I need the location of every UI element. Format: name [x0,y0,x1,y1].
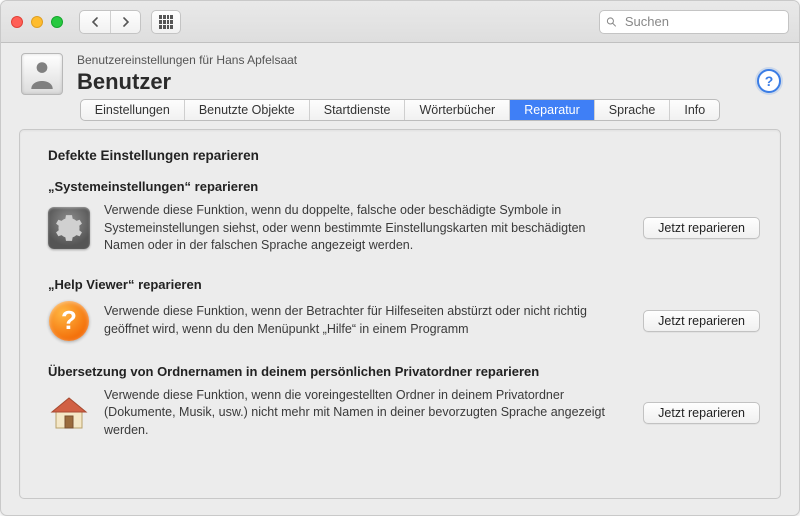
nav-back-forward [79,10,141,34]
section-heading: Defekte Einstellungen reparieren [48,148,760,163]
repair-item-title: „Help Viewer“ reparieren [48,277,760,292]
repair-items-list: „Systemeinstellungen“ reparieren Verwende… [48,179,760,439]
repair-item-icon [48,207,90,249]
tab-sprache[interactable]: Sprache [595,100,671,120]
zoom-window-button[interactable] [51,16,63,28]
tab-reparatur[interactable]: Reparatur [510,100,595,120]
tabs-container: EinstellungenBenutzte ObjekteStartdienst… [1,95,799,121]
repair-now-button[interactable]: Jetzt reparieren [643,217,760,239]
search-input[interactable] [623,13,782,30]
repair-item: „Help Viewer“ reparieren? Verwende diese … [48,277,760,342]
pane-subtitle: Benutzereinstellungen für Hans Apfelsaat [77,53,297,67]
tab-einstellungen[interactable]: Einstellungen [81,100,185,120]
tab-wörterbücher[interactable]: Wörterbücher [405,100,510,120]
repair-now-button[interactable]: Jetzt reparieren [643,402,760,424]
repair-item-description: Verwende diese Funktion, wenn du doppelt… [104,202,629,255]
pane-title: Benutzer [77,69,297,95]
content-pane: Defekte Einstellungen reparieren „System… [19,129,781,499]
minimize-window-button[interactable] [31,16,43,28]
repair-item-row: Verwende diese Funktion, wenn die vorein… [48,387,760,440]
repair-item-row: Verwende diese Funktion, wenn du doppelt… [48,202,760,255]
search-icon [606,16,617,28]
pane-titles: Benutzereinstellungen für Hans Apfelsaat… [77,53,297,95]
person-icon [29,59,55,89]
window-controls [11,16,63,28]
help-button[interactable]: ? [757,69,781,93]
back-button[interactable] [80,11,110,33]
repair-now-button[interactable]: Jetzt reparieren [643,310,760,332]
repair-item: „Systemeinstellungen“ reparieren Verwende… [48,179,760,255]
repair-item-description: Verwende diese Funktion, wenn die vorein… [104,387,629,440]
repair-item-icon: ? [48,300,90,342]
repair-item-description: Verwende diese Funktion, wenn der Betrac… [104,303,629,338]
tab-startdienste[interactable]: Startdienste [310,100,406,120]
repair-item-row: ? Verwende diese Funktion, wenn der Betra… [48,300,760,342]
toolbar [1,1,799,43]
tab-bar: EinstellungenBenutzte ObjekteStartdienst… [80,99,720,121]
home-icon [48,392,90,434]
repair-item: Übersetzung von Ordnernamen in deinem pe… [48,364,760,440]
gear-icon [48,207,90,249]
repair-item-title: „Systemeinstellungen“ reparieren [48,179,760,194]
close-window-button[interactable] [11,16,23,28]
forward-button[interactable] [110,11,140,33]
search-field[interactable] [599,10,789,34]
tab-info[interactable]: Info [670,100,719,120]
pane-header: Benutzereinstellungen für Hans Apfelsaat… [1,43,799,95]
repair-item-title: Übersetzung von Ordnernamen in deinem pe… [48,364,760,379]
question-icon: ? [49,301,89,341]
tab-benutzte-objekte[interactable]: Benutzte Objekte [185,100,310,120]
user-avatar [21,53,63,95]
repair-item-icon [48,392,90,434]
preferences-window: Benutzereinstellungen für Hans Apfelsaat… [0,0,800,516]
grid-icon [159,15,173,29]
show-all-button[interactable] [151,10,181,34]
